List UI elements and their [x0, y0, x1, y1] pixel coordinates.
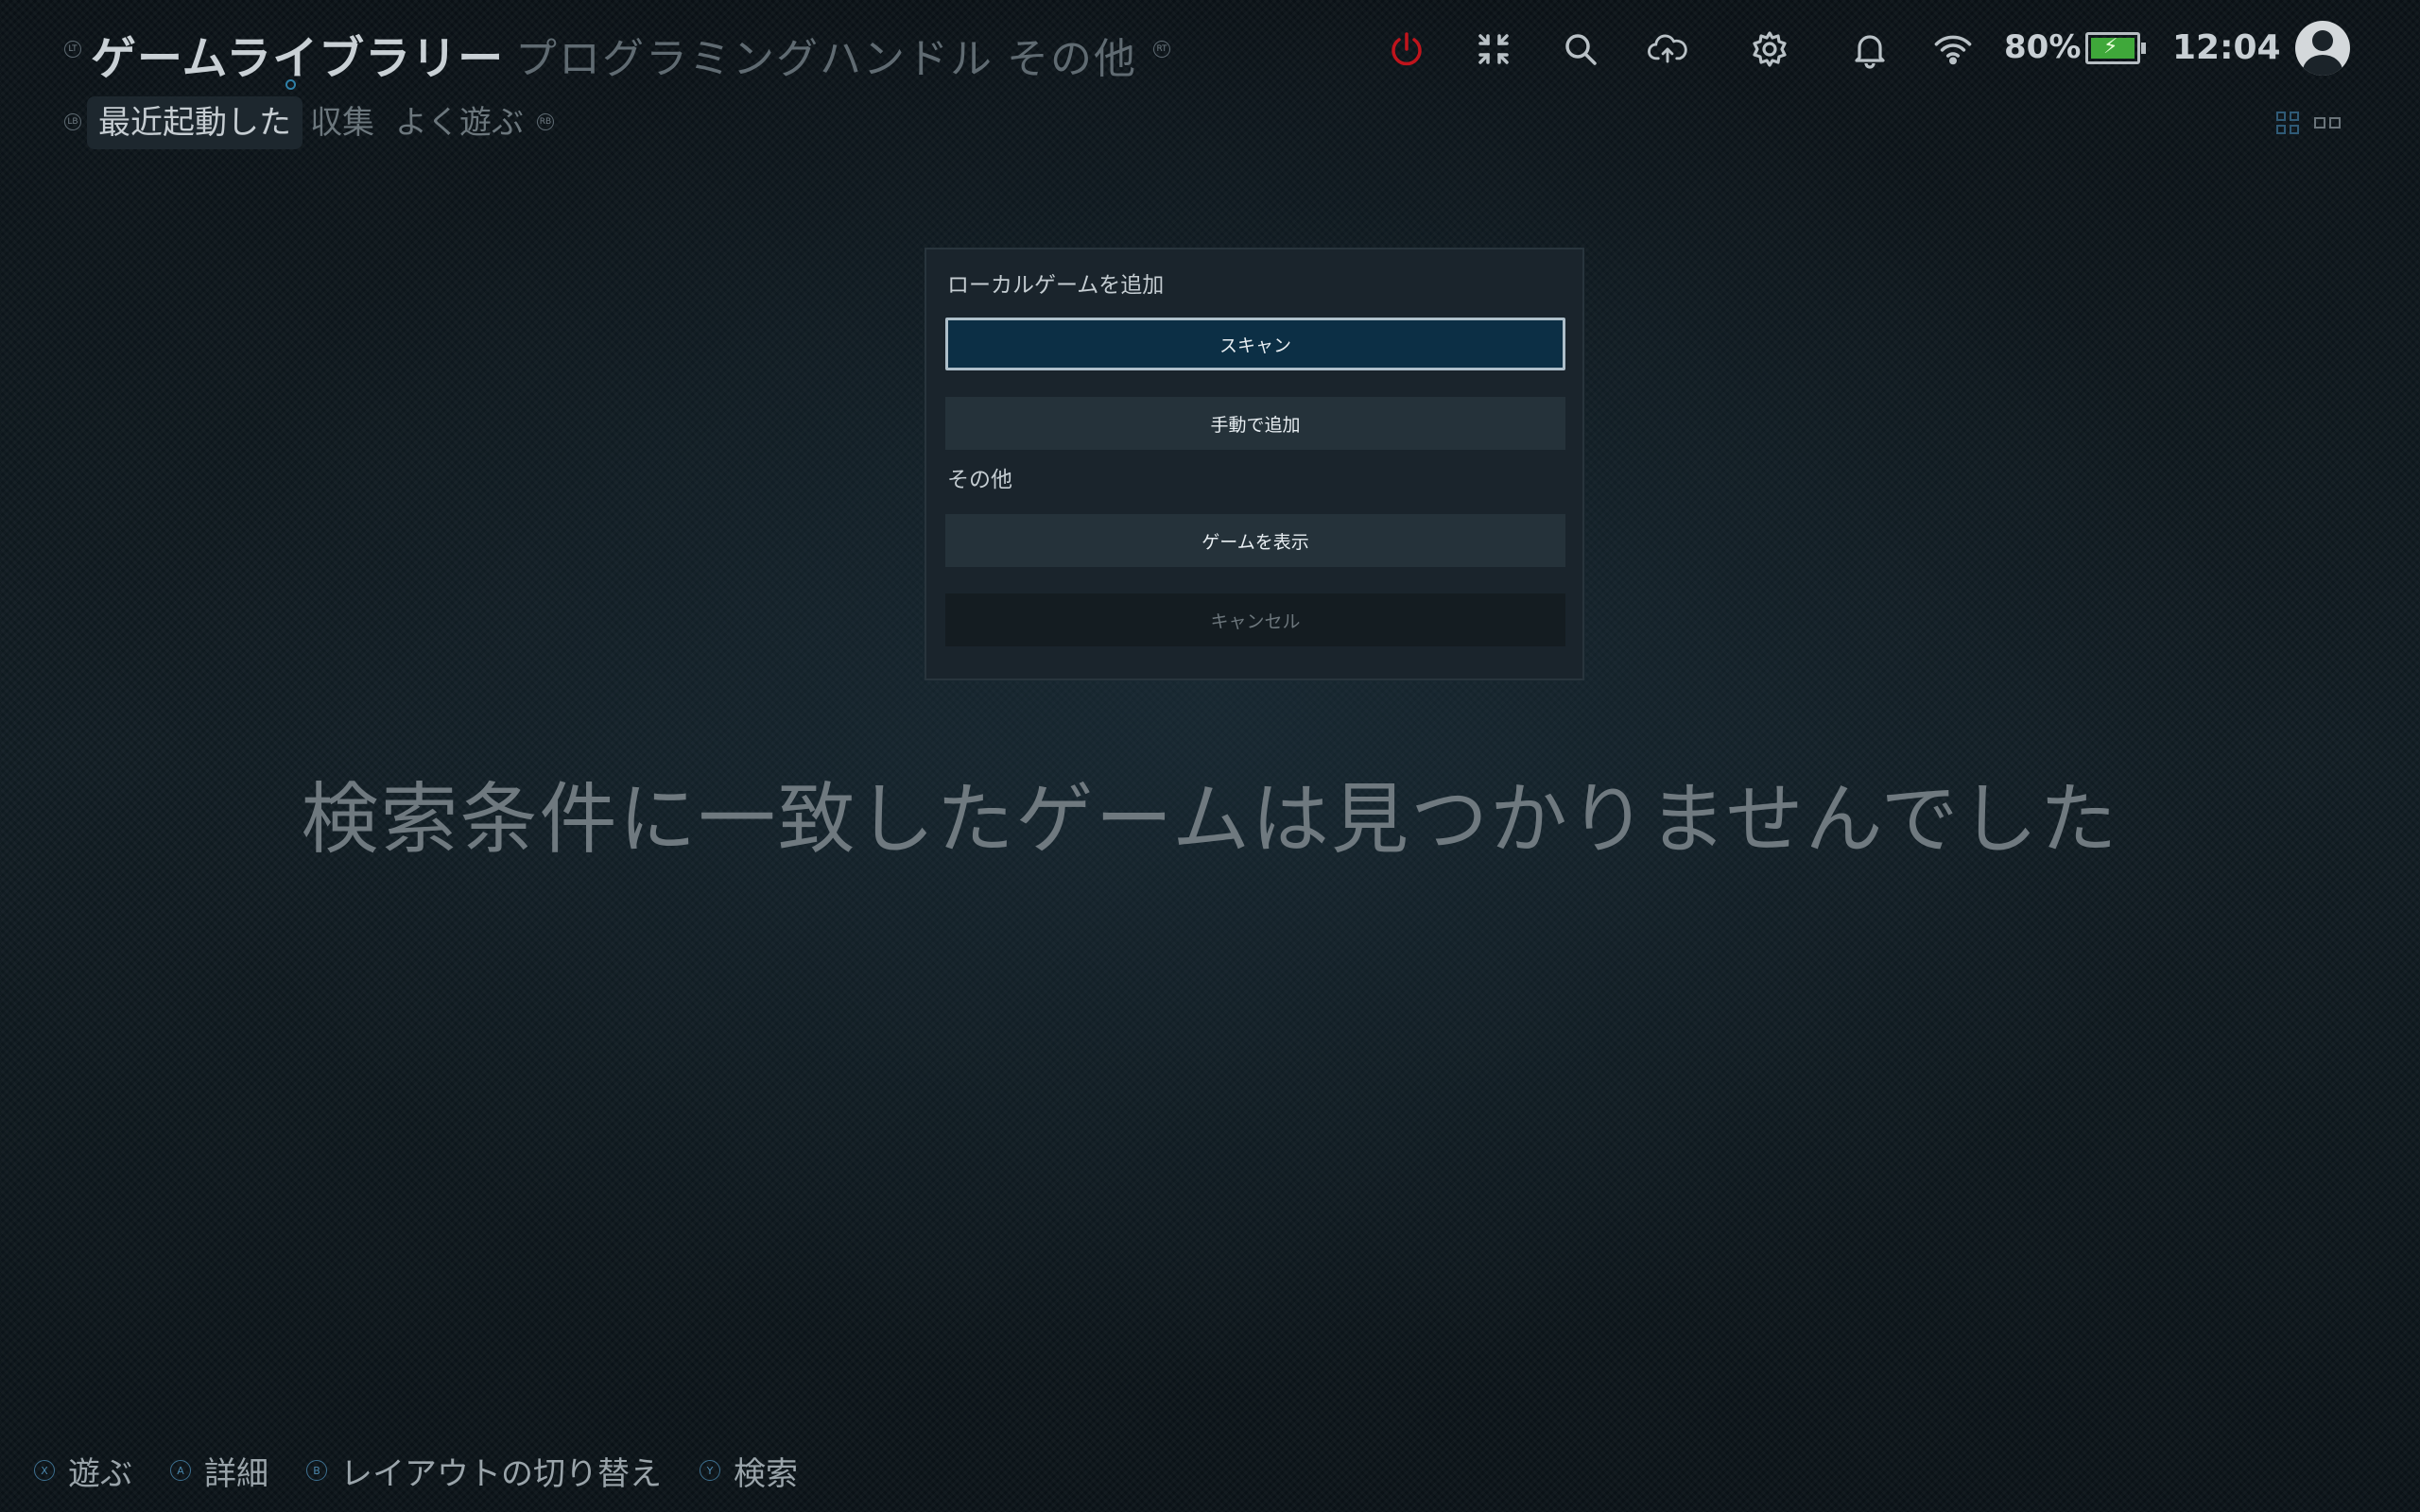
clock: 12:04: [2172, 28, 2281, 67]
avatar-head: [2312, 30, 2333, 51]
battery-nub: [2141, 43, 2146, 54]
a-button-icon: A: [170, 1460, 191, 1481]
power-icon[interactable]: [1386, 28, 1427, 70]
empty-results-message: 検索条件に一致したゲームは見つかりませんでした: [301, 775, 2119, 865]
active-tab-indicator: [285, 79, 296, 90]
cloud-upload-icon[interactable]: [1647, 28, 1698, 70]
rt-button-hint: RT: [1153, 41, 1170, 58]
hint-play-label: 遊ぶ: [68, 1454, 132, 1493]
battery-percent: 80%: [2004, 28, 2082, 66]
wifi-icon[interactable]: [1932, 28, 1979, 70]
hint-switch-layout[interactable]: B レイアウトの切り替え: [306, 1448, 662, 1494]
top-bar: LT ゲームライブラリー プログラミングハンドル その他 RT 80% ⚡ 12…: [0, 0, 2420, 104]
battery-icon: ⚡: [2085, 32, 2146, 64]
b-button-icon: B: [306, 1460, 327, 1481]
x-button-icon: X: [34, 1460, 55, 1481]
charging-bolt-icon: ⚡: [2103, 35, 2118, 59]
scan-button[interactable]: スキャン: [945, 318, 1565, 370]
hint-search-label: 検索: [734, 1454, 798, 1493]
tab-game-library[interactable]: ゲームライブラリー: [91, 21, 505, 90]
shrink-icon[interactable]: [1473, 28, 1514, 70]
search-icon[interactable]: [1560, 28, 1601, 70]
hint-play[interactable]: X 遊ぶ: [34, 1448, 132, 1494]
rb-button-hint: RB: [537, 113, 554, 130]
tab-game-library-label: ゲームライブラリー: [91, 32, 505, 85]
cancel-button[interactable]: キャンセル: [945, 593, 1565, 646]
grid-view-icon[interactable]: [2276, 112, 2301, 136]
user-avatar[interactable]: [2295, 21, 2350, 76]
tab-other[interactable]: その他: [1007, 25, 1137, 85]
add-local-game-dialog: ローカルゲームを追加 スキャン 手動で追加 その他 ゲームを表示 キャンセル: [925, 248, 1584, 680]
lb-button-hint: LB: [64, 113, 81, 130]
hint-switch-layout-label: レイアウトの切り替え: [340, 1454, 662, 1493]
list-view-icon[interactable]: [2314, 117, 2341, 130]
y-button-icon: Y: [700, 1460, 720, 1481]
layout-toggle[interactable]: [2276, 112, 2342, 138]
section-title-add-local-game: ローカルゲームを追加: [947, 273, 1165, 298]
subtab-recently-launched[interactable]: 最近起動した: [87, 96, 302, 149]
show-games-button[interactable]: ゲームを表示: [945, 514, 1565, 567]
hint-search[interactable]: Y 検索: [700, 1448, 798, 1494]
subtab-collection[interactable]: 収集: [310, 96, 374, 149]
add-manually-button[interactable]: 手動で追加: [945, 397, 1565, 450]
gear-icon[interactable]: [1749, 28, 1790, 70]
tab-programming-handle[interactable]: プログラミングハンドル: [515, 25, 994, 85]
hint-details[interactable]: A 詳細: [170, 1448, 268, 1494]
hint-details-label: 詳細: [204, 1454, 268, 1493]
section-title-other: その他: [947, 468, 1012, 492]
bell-icon[interactable]: [1849, 28, 1891, 70]
avatar-body: [2303, 55, 2342, 76]
controller-hints-footer: X 遊ぶ A 詳細 B レイアウトの切り替え Y 検索: [34, 1448, 836, 1494]
subtab-frequently-played[interactable]: よく遊ぶ: [395, 96, 524, 149]
lt-button-hint: LT: [64, 41, 81, 58]
